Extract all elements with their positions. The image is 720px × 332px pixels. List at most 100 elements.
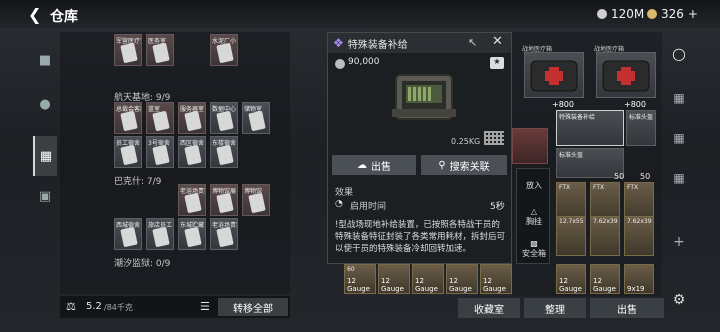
ammo-slot[interactable]: 7.62x39 [590,216,620,256]
helmet-slot[interactable]: 标准头盔 [626,110,656,146]
count-50: 50 [614,172,625,181]
medkit-slot[interactable] [512,128,548,164]
item-icon[interactable]: ▦ [668,168,690,188]
safe-box-tab[interactable]: ▩ 安全箱 [517,233,551,265]
sell-all-button[interactable]: 出售 [590,298,664,318]
favorite-icon[interactable]: ★ [490,57,504,69]
gold-coin-icon [647,9,657,19]
key-card-icon [216,42,234,64]
collection-room-button[interactable]: 收藏室 [458,298,520,318]
key-card-icon [152,42,170,64]
supply-case-icon [388,65,468,129]
key-slot[interactable]: 老浴场贵宾 [178,184,206,216]
key-slot[interactable]: 西城宿舍 [114,218,142,250]
supply-slot-selected[interactable]: 特殊装备补给 [556,110,624,146]
briefcase-icon[interactable]: ▣ [33,184,57,208]
item-price: 90,000 [348,57,380,67]
key-slot[interactable]: 老浴场贵宾厅 [210,218,238,250]
heal-value: +800 [552,100,574,109]
search-related-button[interactable]: ⚲ 搜索关联 [421,155,507,175]
ammo-slot[interactable]: 7.62x39 [624,216,654,256]
rarity-icon: ❖ [333,36,344,50]
heal-value: +800 [624,100,646,109]
section-label: 潮汐监狱: 0/9 [114,259,171,269]
list-icon[interactable]: ☰ [200,300,210,313]
settings-icon[interactable]: ⚙ [668,290,690,310]
vest-icon: △ [530,207,538,216]
key-card-icon [248,192,266,214]
key-slot[interactable]: 员工宿舍 [114,136,142,168]
key-slot[interactable]: 博物馆 [242,184,270,216]
key-card-icon [184,110,202,132]
key-slot[interactable]: 医务室 [146,34,174,66]
ammo-slot[interactable]: 12 Gauge [412,264,444,294]
key-slot[interactable]: 数据中心 [210,102,238,134]
key-slot[interactable]: 旅店员工 [146,218,174,250]
key-slot[interactable]: 东楼宿舍 [210,136,238,168]
helmet-icon[interactable]: ◯ [668,44,690,64]
medkit-slot[interactable] [524,52,584,98]
key-card-icon [152,226,170,248]
key-card-icon [184,144,202,166]
grid-size-icon [484,131,504,145]
ammo-slot[interactable]: 12 Gauge 60 [344,264,376,294]
add-icon[interactable]: + [668,232,690,252]
key-slot[interactable]: 水泥厂小 [210,34,238,66]
weight-unit: /84千克 [104,303,133,312]
root: ❮ 仓库 120M 326 + ■ ● ▦ ▣ 军营医疗室 医务室 水泥厂小 航… [0,0,720,332]
ammo-slot[interactable]: 12 Gauge [590,264,620,294]
back-icon[interactable]: ❮ [28,5,41,24]
chest-rig-tab[interactable]: △ 胸挂 [517,201,551,233]
transfer-all-button[interactable]: 转移全部 [218,298,288,316]
case-icon[interactable]: ▦ [33,136,57,176]
key-slot[interactable]: 军营医疗室 [114,34,142,66]
key-slot[interactable]: 总裁会客厅 [114,102,142,134]
key-slot[interactable]: 东城贮藏 [178,218,206,250]
sell-button[interactable]: ☁ 出售 [332,155,416,175]
medkit-icon [530,60,578,92]
currency-1: 120M [597,7,644,21]
key-slot[interactable]: 储物室 [242,102,270,134]
item-weight: 0.25KG [451,137,481,146]
item-icon[interactable]: ▦ [668,88,690,108]
safe-icon: ▩ [530,239,538,248]
close-icon[interactable]: ✕ [492,34,503,49]
ammo-slot[interactable]: 12 Gauge [378,264,410,294]
popup-header: ❖ 特殊装备补给 [328,33,511,53]
search-icon: ⚲ [438,159,446,171]
ammo-slot[interactable]: 9x19 [624,264,654,294]
coin-icon [335,59,345,69]
weight-value: 5.2 [86,301,102,312]
item-description: !型战场现地补给装置，已按照各特战干员的特殊装备特征封装了各类常用耗材，拆封后可… [335,220,506,254]
medkit-slot[interactable] [596,52,656,98]
key-slot[interactable]: 博物馆展 [210,184,238,216]
item-popup: ❖ 特殊装备补给 ↖ ✕ 90,000 ★ 0.25KG ☁ 出售 ⚲ 搜索关联 效… [327,32,512,264]
gun-icon[interactable]: ■ [33,48,57,72]
item-icon[interactable]: ▦ [668,128,690,148]
medkit-icon [602,60,650,92]
slot-row-d: 西城宿舍 旅店员工 东城贮藏 老浴场贵宾厅 [114,218,238,250]
key-card-icon [216,226,234,248]
key-card-icon [120,226,138,248]
put-in-button[interactable]: 放入 [517,169,551,201]
right-nav: ◯ ▦ ▦ ▦ + ⚙ [668,40,690,320]
collapse-icon[interactable]: ↖ [468,36,477,49]
stash-panel: 军营医疗室 医务室 水泥厂小 航天基地: 9/9 总裁会客厅 蓝室 服务器室 数… [60,32,290,294]
key-slot[interactable]: 服务器室 [178,102,206,134]
ammo-slot[interactable]: 12 Gauge [556,264,586,294]
arrange-button[interactable]: 整理 [524,298,586,318]
key-slot[interactable]: 蓝室 [146,102,174,134]
currency-2[interactable]: 326 + [647,7,698,21]
item-name: 特殊装备补给 [347,39,408,51]
key-slot[interactable]: 3号宿舍 [146,136,174,168]
key-card-icon [120,144,138,166]
count-50: 50 [640,172,651,181]
ammo-slot[interactable]: 12 Gauge [480,264,512,294]
ammo-slot[interactable]: 12.7x55 [556,216,586,256]
key-slot[interactable]: 西区宿舍 [178,136,206,168]
key-card-icon [184,192,202,214]
effect-label: 启用时间 [350,202,387,212]
left-nav: ■ ● ▦ ▣ [33,40,57,240]
armor-icon[interactable]: ● [33,92,57,116]
ammo-slot[interactable]: 12 Gauge [446,264,478,294]
